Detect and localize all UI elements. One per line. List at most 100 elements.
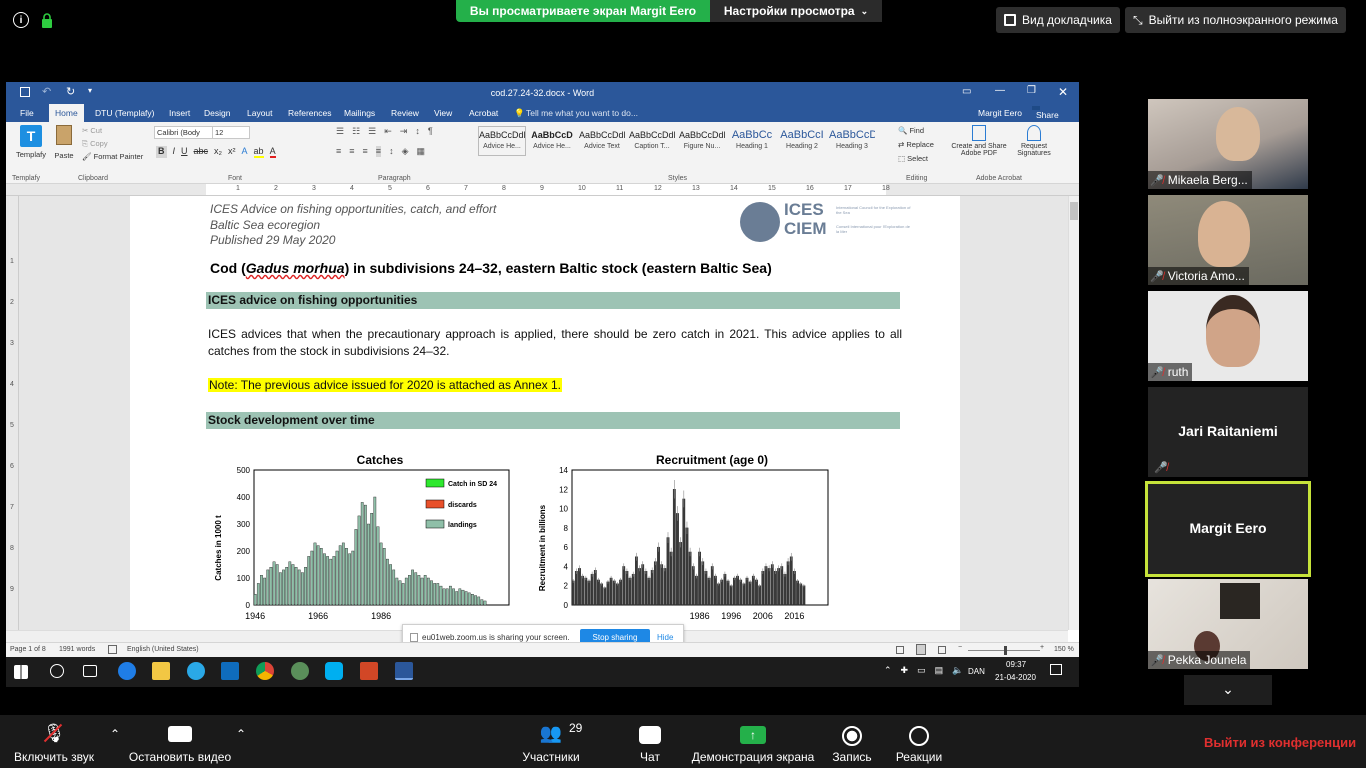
share-screen-button[interactable]: ↑ Демонстрация экрана	[690, 715, 816, 768]
status-words[interactable]: 1991 words	[59, 646, 95, 653]
stop-video-button[interactable]: Остановить видео	[128, 715, 232, 768]
style-gallery-item[interactable]: AaBbCcD Advice He...	[528, 126, 576, 156]
text-effects-icon[interactable]: A	[242, 146, 248, 158]
video-tile-pekka[interactable]: 🎤̸ Pekka Jounela	[1148, 579, 1308, 669]
zoom-in-icon[interactable]: +	[1040, 644, 1044, 651]
tab-references[interactable]: References	[288, 108, 331, 118]
status-zoom[interactable]: 150 %	[1054, 646, 1074, 653]
share-button[interactable]: Share	[1032, 106, 1059, 120]
edge-icon[interactable]	[118, 662, 136, 680]
leave-meeting-button[interactable]: Выйти из конференции	[1204, 735, 1356, 750]
word-icon[interactable]	[395, 662, 413, 680]
style-gallery-item[interactable]: AaBbCcDdEe Advice He...	[478, 126, 526, 156]
tell-me-input[interactable]: Tell me what you want to do...	[526, 108, 638, 118]
search-icon[interactable]	[50, 664, 64, 678]
style-gallery-item[interactable]: AaBbCcDdEe Figure Nu...	[678, 126, 726, 156]
skype-icon[interactable]	[325, 662, 343, 680]
battery-icon[interactable]: ▭	[917, 665, 926, 676]
format-painter-button[interactable]: 🖌 Format Painter	[82, 152, 143, 161]
zoom-out-icon[interactable]: −	[958, 644, 962, 651]
volume-icon[interactable]: 🔈	[952, 665, 963, 676]
italic-icon[interactable]: I	[173, 146, 176, 158]
style-gallery-item[interactable]: AaBbCcD Heading 3	[828, 126, 876, 156]
font-size-select[interactable]: 12	[212, 126, 250, 139]
decrease-indent-icon[interactable]: ⇤	[384, 126, 392, 137]
tab-acrobat[interactable]: Acrobat	[469, 108, 498, 118]
hide-share-notice-link[interactable]: Hide	[657, 633, 673, 642]
outlook-icon[interactable]	[221, 662, 239, 680]
line-spacing-icon[interactable]: ↕	[389, 146, 394, 157]
restore-icon[interactable]: ❐	[1027, 85, 1036, 96]
shading-icon[interactable]: ◈	[402, 146, 409, 157]
info-icon[interactable]: i	[13, 12, 29, 28]
video-tile-margit[interactable]: Margit Eero	[1145, 481, 1311, 577]
bullets-icon[interactable]: ☰	[336, 126, 344, 137]
vertical-scrollbar[interactable]	[1068, 196, 1079, 630]
bold-icon[interactable]: B	[156, 146, 167, 158]
print-layout-icon[interactable]	[916, 644, 926, 655]
align-center-icon[interactable]: ≡	[349, 146, 354, 157]
video-tile-jari[interactable]: Jari Raitaniemi 🎤̸	[1148, 387, 1308, 477]
speaker-view-button[interactable]: Вид докладчика	[996, 7, 1120, 33]
select-button[interactable]: ⬚ Select	[898, 154, 928, 163]
globe-icon[interactable]	[291, 662, 309, 680]
paste-button[interactable]: Paste	[53, 125, 75, 160]
proofing-icon[interactable]	[108, 645, 117, 654]
multilevel-icon[interactable]: ☰	[368, 126, 376, 137]
chat-button[interactable]: Чат	[630, 715, 670, 768]
tab-file[interactable]: File	[20, 108, 34, 118]
video-options-icon[interactable]: ⌃	[236, 727, 246, 741]
read-mode-icon[interactable]	[896, 646, 904, 654]
unmute-button[interactable]: 🎙 Включить звук	[8, 715, 100, 768]
font-color-icon[interactable]: A	[269, 146, 276, 158]
copy-button[interactable]: ⎘ Copy	[82, 139, 108, 149]
increase-indent-icon[interactable]: ⇥	[400, 126, 408, 137]
superscript-icon[interactable]: x²	[228, 146, 236, 158]
templafy-button[interactable]: T Templafy	[12, 125, 50, 159]
tab-design[interactable]: Design	[204, 108, 230, 118]
view-settings-button[interactable]: Настройки просмотра ⌄	[710, 0, 882, 22]
windows-start-icon[interactable]	[14, 665, 28, 679]
replace-button[interactable]: ⇄ Replace	[898, 140, 934, 149]
style-gallery-item[interactable]: AaBbCcDdEe Caption T...	[628, 126, 676, 156]
strikethrough-icon[interactable]: abc	[194, 146, 209, 158]
ribbon-display-icon[interactable]: ▭	[962, 86, 971, 97]
minimize-icon[interactable]: —	[995, 85, 1005, 96]
align-right-icon[interactable]: ≡	[363, 146, 368, 157]
internet-explorer-icon[interactable]	[187, 662, 205, 680]
clock-time[interactable]: 09:37	[1006, 660, 1026, 669]
tray-app-icon[interactable]: ✚	[901, 665, 909, 676]
tab-insert[interactable]: Insert	[169, 108, 190, 118]
video-tile-ruth[interactable]: 🎤̸ ruth	[1148, 291, 1308, 381]
underline-icon[interactable]: U	[181, 146, 188, 158]
scrollbar-thumb[interactable]	[1070, 202, 1078, 220]
clock-date[interactable]: 21-04-2020	[995, 673, 1036, 682]
close-icon[interactable]: ✕	[1058, 85, 1068, 99]
request-signatures-button[interactable]: Request Signatures	[1014, 125, 1054, 157]
document-page[interactable]: ICES Advice on fishing opportunities, ca…	[130, 196, 960, 630]
find-button[interactable]: 🔍 Find	[898, 126, 924, 135]
chrome-icon[interactable]	[256, 662, 274, 680]
exit-fullscreen-button[interactable]: ⤡ Выйти из полноэкранного режима	[1125, 7, 1346, 33]
zoom-slider[interactable]	[968, 646, 1040, 655]
justify-icon[interactable]: ≡	[375, 146, 382, 157]
scroll-down-button[interactable]: ⌄	[1184, 675, 1272, 705]
tab-home[interactable]: Home	[49, 104, 84, 122]
subscript-icon[interactable]: x₂	[214, 146, 222, 158]
file-explorer-icon[interactable]	[152, 662, 170, 680]
tab-templafy[interactable]: DTU (Templafy)	[95, 108, 155, 118]
video-tile-victoria[interactable]: 🎤̸ Victoria Amo...	[1148, 195, 1308, 285]
create-pdf-button[interactable]: Create and Share Adobe PDF	[946, 125, 1012, 157]
video-tile-mikaela[interactable]: 🎤̸ Mikaela Berg...	[1148, 99, 1308, 189]
tab-mailings[interactable]: Mailings	[344, 108, 375, 118]
powerpoint-icon[interactable]	[360, 662, 378, 680]
status-page[interactable]: Page 1 of 8	[10, 646, 46, 653]
style-gallery-item[interactable]: AaBbCcI Heading 2	[778, 126, 826, 156]
borders-icon[interactable]: ▦	[416, 146, 425, 157]
numbering-icon[interactable]: ☷	[352, 126, 360, 137]
tab-review[interactable]: Review	[391, 108, 419, 118]
encryption-lock-icon[interactable]	[40, 12, 54, 28]
style-gallery-item[interactable]: AaBbCc Heading 1	[728, 126, 776, 156]
tab-layout[interactable]: Layout	[247, 108, 273, 118]
tab-view[interactable]: View	[434, 108, 452, 118]
